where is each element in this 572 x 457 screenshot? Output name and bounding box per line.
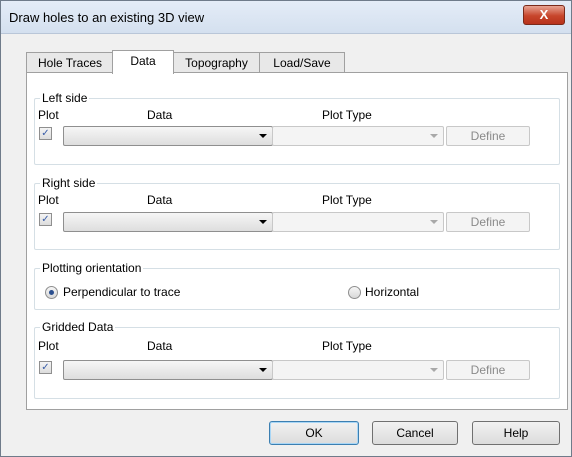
gridded-data-label: Data: [147, 339, 173, 353]
title-bar[interactable]: Draw holes to an existing 3D view X: [1, 1, 571, 34]
gridded-plot-type-dropdown[interactable]: [272, 360, 444, 380]
left-define-button[interactable]: Define: [446, 126, 530, 146]
plotting-orientation-group: Plotting orientation Perpendicular to tr…: [34, 261, 560, 310]
chevron-down-icon: [259, 134, 267, 138]
chevron-down-icon: [430, 368, 438, 372]
right-side-legend: Right side: [40, 176, 98, 190]
gridded-plot-type-label: Plot Type: [322, 339, 372, 353]
gridded-plot-label: Plot: [38, 339, 59, 353]
window-title: Draw holes to an existing 3D view: [9, 10, 205, 25]
right-define-button[interactable]: Define: [446, 212, 530, 232]
chevron-down-icon: [259, 368, 267, 372]
gridded-data-dropdown[interactable]: [63, 360, 273, 380]
cancel-button[interactable]: Cancel: [372, 421, 458, 445]
gridded-plot-checkbox[interactable]: ✓: [39, 361, 52, 374]
tab-load-save[interactable]: Load/Save: [259, 52, 345, 73]
tab-data[interactable]: Data: [112, 50, 174, 74]
tab-hole-traces[interactable]: Hole Traces: [26, 52, 114, 73]
left-side-group: Left side Plot Data Plot Type ✓ Define: [34, 91, 560, 165]
right-plot-type-label: Plot Type: [322, 193, 372, 207]
left-data-dropdown[interactable]: [63, 126, 273, 146]
left-plot-checkbox[interactable]: ✓: [39, 127, 52, 140]
chevron-down-icon: [430, 134, 438, 138]
left-plot-type-label: Plot Type: [322, 108, 372, 122]
right-data-dropdown[interactable]: [63, 212, 273, 232]
gridded-data-legend: Gridded Data: [40, 320, 116, 334]
horizontal-radio[interactable]: [348, 286, 361, 299]
right-plot-type-dropdown[interactable]: [272, 212, 444, 232]
chevron-down-icon: [430, 220, 438, 224]
right-data-label: Data: [147, 193, 173, 207]
right-plot-label: Plot: [38, 193, 59, 207]
horizontal-label[interactable]: Horizontal: [365, 285, 419, 299]
help-button[interactable]: Help: [472, 421, 560, 445]
close-button[interactable]: X: [523, 5, 565, 25]
ok-button[interactable]: OK: [269, 421, 359, 445]
dialog-window: Draw holes to an existing 3D view X Hole…: [0, 0, 572, 457]
plotting-orientation-legend: Plotting orientation: [40, 261, 144, 275]
left-plot-label: Plot: [38, 108, 59, 122]
gridded-data-group: Gridded Data Plot Data Plot Type ✓ Defin…: [34, 320, 560, 399]
left-plot-type-dropdown[interactable]: [272, 126, 444, 146]
gridded-define-button[interactable]: Define: [446, 360, 530, 380]
perpendicular-label[interactable]: Perpendicular to trace: [63, 285, 180, 299]
left-side-legend: Left side: [40, 91, 90, 105]
tab-topography[interactable]: Topography: [172, 52, 261, 73]
left-data-label: Data: [147, 108, 173, 122]
right-plot-checkbox[interactable]: ✓: [39, 213, 52, 226]
perpendicular-radio[interactable]: [45, 286, 58, 299]
chevron-down-icon: [259, 220, 267, 224]
data-tab-panel: Left side Plot Data Plot Type ✓ Define R…: [26, 72, 568, 410]
right-side-group: Right side Plot Data Plot Type ✓ Define: [34, 176, 560, 250]
